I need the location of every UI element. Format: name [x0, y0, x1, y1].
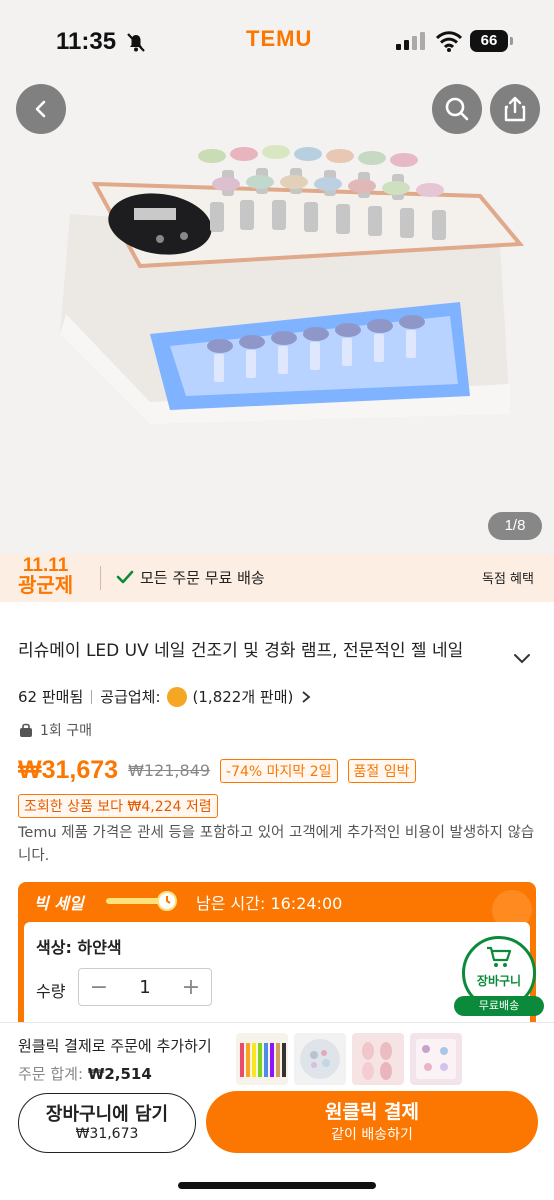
promo-logo-line2: 광군제 — [18, 575, 74, 597]
current-price: ₩31,673 — [18, 756, 119, 784]
cart-icon — [487, 946, 512, 967]
one-click-add-title: 원클릭 결제로 주문에 추가하기 — [18, 1037, 212, 1055]
floating-cart-label: 장바구니 — [476, 974, 522, 988]
cheaper-badge: 조회한 상품 보다 ₩4,224 저렴 — [18, 794, 218, 818]
exclusive-benefit-link[interactable]: 독점 혜택 — [482, 568, 534, 587]
one-click-buy-button[interactable]: 원클릭 결제 같이 배송하기 — [206, 1091, 538, 1153]
related-product-thumbnail[interactable] — [410, 1033, 462, 1085]
back-button[interactable] — [16, 84, 66, 134]
order-total-value: ₩2,514 — [87, 1065, 152, 1083]
original-price: ₩121,849 — [128, 761, 211, 780]
sale-countdown: 남은 시간: 16:24:00 — [196, 894, 343, 913]
price-row: ₩31,673 ₩121,849 -74% 마지막 2일 품절 임박 — [18, 756, 416, 785]
singles-day-logo: 11.11 광군제 — [18, 555, 74, 597]
nail-sticker-thumbnail-image — [410, 1033, 462, 1085]
temu-logo: TEMU — [246, 26, 313, 51]
purchase-count: 1회 구매 — [40, 723, 92, 739]
rhinestone-thumbnail-image — [294, 1033, 346, 1085]
status-bar: 11:35 TEMU 66 — [0, 0, 554, 84]
product-title[interactable]: 리슈메이 LED UV 네일 건조기 및 경화 램프, 전문적인 젤 네일 — [18, 636, 498, 661]
battery-icon: 66 — [470, 30, 513, 52]
timer-icon — [157, 891, 177, 911]
product-image-gallery[interactable]: 1/8 — [0, 84, 554, 554]
price-notice: Temu 제품 가격은 관세 등을 포함하고 있어 고객에게 추가적인 비용이 … — [18, 825, 535, 864]
free-shipping-badge: 무료배송 — [454, 996, 544, 1016]
one-click-buy-sub: 같이 배송하기 — [331, 1127, 413, 1143]
search-button[interactable] — [432, 84, 482, 134]
decrease-button[interactable]: − — [87, 975, 111, 1000]
share-button[interactable] — [490, 84, 540, 134]
nail-tips-thumbnail-image — [352, 1033, 404, 1085]
promo-banner[interactable]: 11.11 광군제 모든 주문 무료 배송 독점 혜택 — [0, 554, 554, 602]
order-total-label: 주문 합계: — [18, 1065, 84, 1083]
purchase-count-row: 1회 구매 — [18, 720, 92, 740]
check-icon — [116, 570, 134, 584]
home-indicator[interactable] — [178, 1182, 376, 1189]
quantity-label: 수량 — [36, 982, 66, 1001]
pens-thumbnail-image — [236, 1033, 288, 1085]
divider — [91, 689, 93, 704]
divider — [100, 566, 101, 590]
floating-cart-button[interactable]: 장바구니 무료배송 — [454, 936, 544, 1018]
sales-supplier-row[interactable]: 62 판매됨 공급업체: (1,822개 판매) — [18, 686, 313, 707]
promo-logo-line1: 11.11 — [22, 555, 69, 576]
product-image — [60, 145, 525, 424]
free-shipping-text: 모든 주문 무료 배송 — [140, 569, 265, 587]
chevron-right-icon — [302, 690, 311, 703]
sold-count: 62 판매됨 — [18, 688, 84, 706]
discount-badge: -74% 마지막 2일 — [220, 758, 338, 783]
supplier-label: 공급업체: — [100, 688, 161, 706]
add-to-cart-button[interactable]: 장바구니에 담기 ₩31,673 — [18, 1093, 196, 1153]
add-to-cart-price: ₩31,673 — [75, 1126, 139, 1142]
wifi-icon — [436, 31, 462, 52]
chevron-down-icon[interactable] — [512, 652, 532, 666]
bottom-action-sheet: 원클릭 결제로 주문에 추가하기 주문 합계: ₩2,514 장바구니에 담기 … — [0, 1022, 554, 1200]
stock-badge: 품절 임박 — [347, 758, 416, 783]
color-option[interactable]: 색상: 하얀색 — [36, 934, 122, 958]
share-icon — [504, 96, 526, 122]
sale-title: 빅 세일 — [34, 894, 84, 913]
add-to-cart-label: 장바구니에 담기 — [45, 1104, 169, 1125]
status-time: 11:35 — [56, 28, 117, 55]
lock-bag-icon — [20, 723, 32, 737]
image-counter: 1/8 — [488, 512, 542, 540]
one-click-buy-label: 원클릭 결제 — [324, 1101, 419, 1123]
bell-off-icon — [127, 33, 145, 52]
back-icon — [35, 100, 46, 118]
related-product-thumbnail[interactable] — [294, 1033, 346, 1085]
quantity-value[interactable]: 1 — [139, 977, 150, 998]
quantity-stepper[interactable]: − 1 + — [78, 968, 212, 1006]
search-icon — [445, 97, 469, 121]
supplier-sales: (1,822개 판매) — [192, 688, 294, 706]
increase-button[interactable]: + — [179, 975, 203, 1000]
seller-avatar — [166, 686, 187, 707]
order-total: 주문 합계: ₩2,514 — [18, 1063, 152, 1084]
related-product-thumbnail[interactable] — [236, 1033, 288, 1085]
related-product-thumbnail[interactable] — [352, 1033, 404, 1085]
signal-icon — [396, 32, 425, 50]
